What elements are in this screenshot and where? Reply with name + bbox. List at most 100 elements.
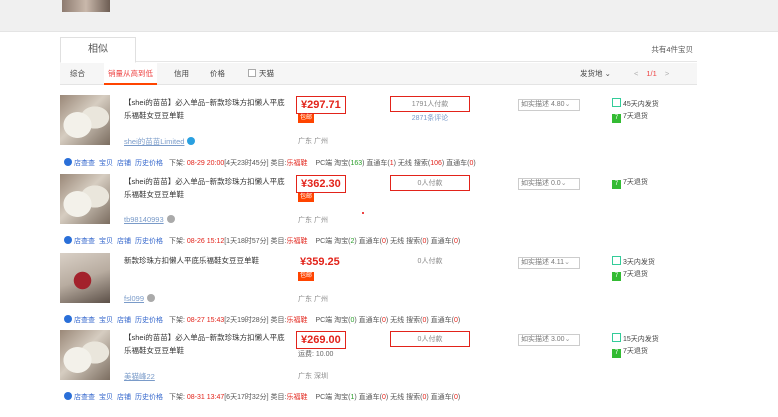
product-title[interactable]: 【shei的苗苗】必入单品~新款珍珠方扣懒人平底乐福鞋女豆豆单鞋 [124,96,289,122]
shop-link[interactable]: fsl099 [124,294,156,303]
pager-prev-button[interactable]: < [634,69,638,78]
pager: <1/1 > [626,63,677,85]
return-badge-icon: 7 [612,272,621,281]
truck-badge-icon [612,333,621,342]
ship-location: 广东 广州 [298,217,328,224]
tool-shop[interactable]: 店铺 [117,394,131,401]
zt-label: ) 直通车( [354,238,382,245]
chevron-down-icon: ⌄ [564,259,570,266]
return-badge-icon: 7 [612,180,621,189]
dsr-value: 如实描述 0.0 [521,180,561,187]
tab-row: 相似 共有4件宝贝 [60,37,697,63]
ship-from-dropdown[interactable]: 发货地 ⌄ [580,63,611,85]
ws-zt-count: 0 [453,394,458,401]
tool-shop[interactable]: 店铺 [117,238,131,245]
dsr-dropdown[interactable]: 如实描述 3.00⌄ [518,334,580,346]
wangwang-chat-icon[interactable] [166,215,175,223]
tool-baobei[interactable]: 宝贝 [99,238,113,245]
product-price: ¥297.71 [296,96,346,114]
ws-label: ) 无线 搜索( [385,317,423,324]
posted-label: 下架: [168,317,185,324]
wangwang-chat-icon[interactable] [187,137,196,145]
category-value[interactable]: 乐福鞋 [287,238,308,245]
tab-similar[interactable]: 相似 [60,37,136,63]
product-image[interactable] [60,95,110,145]
sales-block: 1791人付款 2871条评论 [390,96,470,123]
shop-name[interactable]: tb98140993 [124,215,164,224]
tool-price-history[interactable]: 历史价格 [135,317,163,324]
tool-shop[interactable]: 店铺 [117,160,131,167]
info-circle-icon [64,392,72,400]
down-time: 08-29 20:00 [186,160,225,167]
tool-dianchacha[interactable]: 店查查 [74,317,95,324]
previous-product-thumbnail[interactable] [62,0,110,12]
filter-tmall[interactable]: 天猫 [248,63,274,85]
shop-name[interactable]: shei的苗苗Limited [124,137,184,146]
service-list: 45天内发货 7 7天退货 [612,98,659,123]
product-price: ¥269.00 [296,331,346,349]
category-label: 类目: [270,238,287,245]
dsr-dropdown[interactable]: 如实描述 4.80⌄ [518,99,580,111]
ws-count: 106 [430,160,442,167]
tool-dianchacha[interactable]: 店查查 [74,394,95,401]
tool-row: 店查查 宝贝 店铺 历史价格 下架: 08-29 20:00[4天23时45分] 类目… [64,158,724,170]
ws-label: ) 无线 搜索( [393,160,431,167]
shop-link[interactable]: shei的苗苗Limited [124,136,196,147]
tool-price-history[interactable]: 历史价格 [135,160,163,167]
wangwang-chat-icon[interactable] [147,294,156,302]
zt-label: ) 直通车( [354,394,382,401]
tool-row: 店查查 宝贝 店铺 历史价格 下架: 08-31 13:47[6天17时32分] 类目… [64,392,724,404]
product-price: ¥359.25 [300,256,340,268]
product-title[interactable]: 新款珍珠方扣懒人平底乐福鞋女豆豆单鞋 [124,254,289,267]
dsr-dropdown[interactable]: 如实描述 0.0⌄ [518,178,580,190]
category-value[interactable]: 乐福鞋 [287,394,308,401]
dsr-value: 如实描述 4.80 [521,101,565,108]
tool-price-history[interactable]: 历史价格 [135,394,163,401]
truck-badge-icon [612,98,621,107]
dsr-value: 如实描述 3.00 [521,336,565,343]
product-image[interactable] [60,330,110,380]
posted-label: 下架: [168,394,185,401]
tool-baobei[interactable]: 宝贝 [99,394,113,401]
tool-baobei[interactable]: 宝贝 [99,160,113,167]
tmall-checkbox[interactable] [248,69,256,77]
pager-next-button[interactable]: > [665,69,669,78]
service-return: 7天退货 [623,113,648,120]
shop-name[interactable]: 美猫峰22 [124,372,155,381]
free-shipping-badge: 包邮 [298,114,315,123]
product-title[interactable]: 【shei的苗苗】必入单品~新款珍珠方扣懒人平底乐福鞋女豆豆单鞋 [124,331,289,357]
shop-link[interactable]: 美猫峰22 [124,371,155,382]
return-badge-icon: 7 [612,349,621,358]
service-return: 7天退货 [623,271,648,278]
service-list: 15天内发货 7 7天退货 [612,333,659,358]
sort-credit[interactable]: 信用 [174,63,189,85]
down-time: 08-26 15:12 [186,238,225,245]
tool-dianchacha[interactable]: 店查查 [74,160,95,167]
chevron-down-icon: ⌄ [604,69,611,78]
info-circle-icon [64,158,72,166]
product-price: ¥362.30 [296,175,346,193]
ship-location: 广东 广州 [298,138,328,145]
product-image[interactable] [60,174,110,224]
tool-shop[interactable]: 店铺 [117,317,131,324]
dsr-dropdown[interactable]: 如实描述 4.11⌄ [518,257,580,269]
review-count-link[interactable]: 2871条评论 [390,113,470,123]
category-value[interactable]: 乐福鞋 [287,160,308,167]
tool-baobei[interactable]: 宝贝 [99,317,113,324]
sales-count: 0人付款 [390,175,470,191]
category-value[interactable]: 乐福鞋 [287,317,308,324]
shop-name[interactable]: fsl099 [124,294,144,303]
posted-label: 下架: [168,238,185,245]
shop-link[interactable]: tb98140993 [124,215,175,224]
chevron-down-icon: ⌄ [564,101,571,108]
tool-dianchacha[interactable]: 店查查 [74,238,95,245]
tool-row: 店查查 宝贝 店铺 历史价格 下架: 08-26 15:12[1天18时57分] 类目… [64,236,724,248]
tool-price-history[interactable]: 历史价格 [135,238,163,245]
sort-default[interactable]: 综合 [70,63,85,85]
down-duration: [6天17时32分] [224,394,269,401]
down-duration: [2天19时28分] [224,317,269,324]
sort-price[interactable]: 价格 [210,63,225,85]
sort-sales-desc[interactable]: 销量从高到低 [104,63,157,85]
product-image[interactable] [60,253,110,303]
product-title[interactable]: 【shei的苗苗】必入单品~新款珍珠方扣懒人平底乐福鞋女豆豆单鞋 [124,175,289,201]
